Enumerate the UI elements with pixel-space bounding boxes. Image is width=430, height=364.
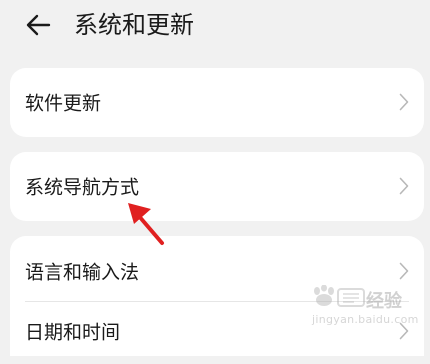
watermark-text: 经验 (366, 291, 402, 312)
system-navigation-item[interactable]: 系统导航方式 (10, 153, 424, 219)
chevron-right-icon (399, 93, 409, 111)
arrow-left-icon (26, 14, 51, 36)
red-arrow-annotation (120, 195, 170, 247)
software-update-item[interactable]: 软件更新 (10, 69, 424, 135)
top-bar: 系统和更新 (0, 0, 430, 54)
page-title: 系统和更新 (74, 11, 194, 39)
watermark-url: jingyan.baidu.com (312, 313, 419, 326)
settings-card-software-update: 软件更新 (10, 68, 424, 137)
baidu-paw-logo (314, 285, 365, 307)
date-time-label: 日期和时间 (25, 321, 121, 344)
chevron-right-icon (399, 262, 409, 280)
back-button[interactable] (22, 8, 56, 42)
software-update-label: 软件更新 (25, 92, 102, 115)
baidu-jingyan-watermark: 经验 jingyan.baidu.com (310, 285, 418, 331)
settings-card-navigation: 系统导航方式 (10, 152, 424, 221)
chevron-right-icon (399, 177, 409, 195)
language-input-label: 语言和输入法 (25, 261, 140, 284)
